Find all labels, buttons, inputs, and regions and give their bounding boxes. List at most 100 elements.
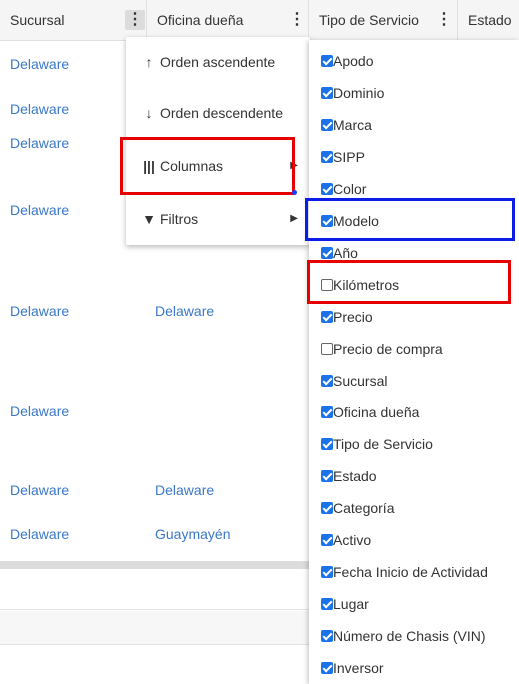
checkbox-checked[interactable] <box>321 118 333 131</box>
column-menu-kebab-icon[interactable]: ⋮ <box>434 10 454 30</box>
column-toggle-label: SIPP <box>333 148 365 165</box>
checkbox-checked[interactable] <box>321 534 333 547</box>
column-toggle-label: Sucursal <box>333 372 388 389</box>
column-toggle-item[interactable]: Activo <box>321 524 371 556</box>
checkbox-checked[interactable] <box>321 182 333 195</box>
column-toggle-item[interactable]: Color <box>321 173 366 205</box>
column-toggle-item[interactable]: Marca <box>321 109 372 141</box>
column-toggle-item[interactable]: Modelo <box>321 205 379 237</box>
column-header-label: Oficina dueña <box>157 12 244 28</box>
checkbox-checked[interactable] <box>321 406 333 419</box>
column-toggle-item[interactable]: Tipo de Servicio <box>321 428 433 460</box>
column-toggle-label: Fecha Inicio de Actividad <box>333 564 488 581</box>
column-toggle-label: Dominio <box>333 84 385 101</box>
column-header-sucursal[interactable]: Sucursal ⋮ <box>0 0 147 40</box>
cell-sucursal[interactable]: Delaware <box>10 303 69 319</box>
column-header-label: Estado <box>468 12 512 28</box>
cell-oficina[interactable]: Delaware <box>155 303 214 319</box>
column-visibility-panel: Apodo Dominio Marca SIPP Color Modelo Año Kilóm… <box>309 40 519 684</box>
column-header-tipo-servicio[interactable]: Tipo de Servicio ⋮ <box>309 0 458 40</box>
column-toggle-item[interactable]: Estado <box>321 460 377 492</box>
cell-sucursal[interactable]: Delaware <box>10 56 69 72</box>
column-toggle-item[interactable]: Oficina dueña <box>321 396 419 428</box>
column-toggle-label: Modelo <box>333 212 379 229</box>
column-header-estado[interactable]: Estado <box>458 0 519 40</box>
column-toggle-item[interactable]: SIPP <box>321 141 365 173</box>
checkbox-checked[interactable] <box>321 502 333 515</box>
highlight-connector-dot <box>292 190 297 195</box>
checkbox-checked[interactable] <box>321 630 333 643</box>
checkbox-checked[interactable] <box>321 246 333 259</box>
cell-sucursal[interactable]: Delaware <box>10 403 69 419</box>
column-toggle-item[interactable]: Kilómetros <box>321 269 399 301</box>
column-toggle-label: Categoría <box>333 500 395 517</box>
menu-item-label: Orden ascendente <box>160 54 276 70</box>
column-toggle-label: Apodo <box>333 53 374 69</box>
menu-item-label: Orden descendente <box>160 105 283 121</box>
cell-sucursal[interactable]: Delaware <box>10 135 69 151</box>
column-toggle-item[interactable]: Precio <box>321 301 373 333</box>
checkbox-checked[interactable] <box>321 470 333 483</box>
column-toggle-label: Color <box>333 180 367 197</box>
column-toggle-item[interactable]: Precio de compra <box>321 333 443 365</box>
menu-item-label: Filtros <box>160 211 199 227</box>
checkbox-checked[interactable] <box>321 598 333 611</box>
column-toggle-label: Kilómetros <box>333 276 400 293</box>
chevron-right-icon: ▶ <box>290 213 298 224</box>
arrow-down-icon: ↓ <box>145 105 153 121</box>
column-header-label: Sucursal <box>10 12 65 28</box>
cell-sucursal[interactable]: Delaware <box>10 526 69 542</box>
column-toggle-item[interactable]: Categoría <box>321 492 394 524</box>
column-header-label: Tipo de Servicio <box>319 12 419 28</box>
column-menu: ↑ Orden ascendente ↓ Orden descendente |… <box>126 37 310 245</box>
column-toggle-item[interactable]: Sucursal <box>321 365 387 397</box>
checkbox-checked[interactable] <box>321 214 333 227</box>
checkbox-checked[interactable] <box>321 86 333 99</box>
column-toggle-item[interactable]: Número de Chasis (VIN) <box>321 620 486 652</box>
grid-header: Sucursal ⋮ Oficina dueña ⋮ Tipo de Servi… <box>0 0 519 41</box>
checkbox-checked[interactable] <box>321 150 333 163</box>
checkbox-checked[interactable] <box>321 662 333 675</box>
menu-item-columns[interactable]: ||| Columnas ▶ <box>126 141 310 191</box>
chevron-right-icon: ▶ <box>290 160 298 171</box>
column-menu-kebab-icon[interactable]: ⋮ <box>125 10 145 30</box>
column-header-oficina[interactable]: Oficina dueña ⋮ <box>147 0 309 40</box>
cell-sucursal[interactable]: Delaware <box>10 101 69 117</box>
checkbox-checked[interactable] <box>321 374 333 387</box>
column-toggle-label: Estado <box>333 468 377 485</box>
column-toggle-label: Lugar <box>333 596 369 613</box>
menu-item-filters[interactable]: ▼ Filtros ▶ <box>126 194 310 244</box>
checkbox-checked[interactable] <box>321 55 333 67</box>
menu-item-sort-asc[interactable]: ↑ Orden ascendente <box>126 37 310 87</box>
column-toggle-item[interactable]: Apodo <box>321 45 373 77</box>
column-toggle-label: Precio <box>333 308 373 325</box>
column-toggle-item[interactable]: Inversor <box>321 652 384 684</box>
columns-icon: ||| <box>143 158 155 174</box>
menu-item-sort-desc[interactable]: ↓ Orden descendente <box>126 88 310 138</box>
column-toggle-label: Marca <box>333 116 372 133</box>
column-toggle-label: Activo <box>333 532 372 549</box>
cell-oficina[interactable]: Guaymayén <box>155 526 230 542</box>
checkbox-checked[interactable] <box>321 310 333 323</box>
column-toggle-item[interactable]: Lugar <box>321 588 369 620</box>
column-toggle-label: Precio de compra <box>333 340 443 357</box>
column-toggle-label: Tipo de Servicio <box>333 436 433 453</box>
arrow-up-icon: ↑ <box>145 54 153 70</box>
column-toggle-item[interactable]: Año <box>321 237 358 269</box>
checkbox-checked[interactable] <box>321 438 333 451</box>
column-toggle-item[interactable]: Dominio <box>321 77 384 109</box>
cell-oficina[interactable]: Delaware <box>155 482 214 498</box>
cell-sucursal[interactable]: Delaware <box>10 202 69 218</box>
column-toggle-label: Año <box>333 244 358 261</box>
filter-icon: ▼ <box>142 211 156 227</box>
column-toggle-item[interactable]: Fecha Inicio de Actividad <box>321 556 488 588</box>
column-menu-kebab-icon[interactable]: ⋮ <box>287 10 307 30</box>
checkbox-unchecked[interactable] <box>321 342 333 355</box>
checkbox-checked[interactable] <box>321 566 333 579</box>
column-toggle-label: Inversor <box>333 660 384 677</box>
menu-item-label: Columnas <box>160 158 224 174</box>
checkbox-unchecked[interactable] <box>321 278 333 291</box>
cell-sucursal[interactable]: Delaware <box>10 482 69 498</box>
column-toggle-label: Oficina dueña <box>333 404 420 421</box>
column-toggle-label: Número de Chasis (VIN) <box>333 628 486 645</box>
